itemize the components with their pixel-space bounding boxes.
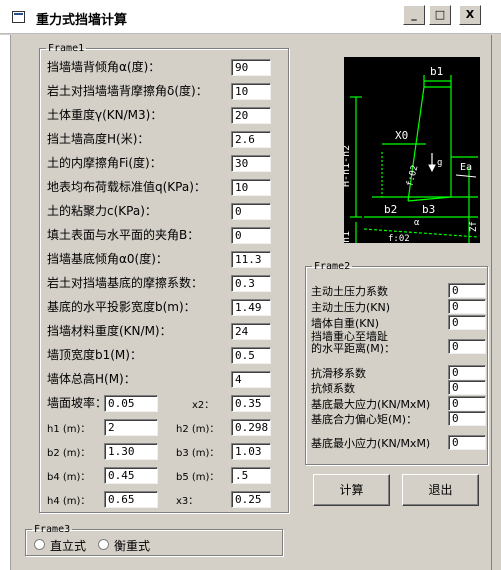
frame1-label-3: 挡土墙高度H(米)： (47, 132, 150, 146)
frame2-label-2: 墙体自重(KN) (311, 317, 380, 330)
frame1-input-13[interactable]: 4 (231, 371, 271, 388)
frame2-output-6[interactable]: 0 (448, 396, 486, 411)
frame1-pair-input-right-3[interactable]: .5 (231, 467, 271, 484)
frame1-input-10[interactable]: 1.49 (231, 299, 271, 316)
frame1-pair-label-right-0: x2： (192, 400, 215, 411)
frame2-label-6: 基底最大应力(KN/MxM) (311, 398, 431, 411)
label-slope: f:02 (405, 164, 420, 188)
app-icon (12, 11, 25, 23)
minimize-button[interactable]: _ (403, 5, 425, 25)
frame1-pair-input-right-2[interactable]: 1.03 (231, 443, 271, 460)
title-bar: 重力式挡墙计算 _ □ X (0, 0, 501, 34)
frame1-pair-label-left-4: h4 (m)： (47, 496, 91, 507)
calculate-button[interactable]: 计算 (313, 474, 390, 506)
frame1-pair-label-left-0: 墙面坡率： (47, 396, 108, 410)
frame1-input-2[interactable]: 20 (231, 107, 271, 124)
frame1-pair-label-right-4: x3： (176, 496, 199, 507)
frame1-legend: Frame1 (48, 43, 85, 54)
frame2-label-7: 基底合力偏心矩(M)： (311, 413, 418, 426)
frame2-label-4: 抗滑移系数 (311, 367, 366, 380)
frame2-label-3-line1: 挡墙重心至墙趾 (311, 330, 388, 343)
frame1-label-13: 墙体总高H(M)： (47, 372, 136, 386)
label-b2: b2 (384, 203, 397, 216)
frame1-pair-input-left-0[interactable]: 0.05 (104, 395, 158, 412)
frame1-pair-label-right-2: b3 (m)： (176, 448, 220, 459)
label-h1: h1 (344, 231, 352, 243)
window-title: 重力式挡墙计算 (36, 13, 128, 28)
frame1-input-7[interactable]: 0 (231, 227, 271, 244)
frame2-legend: Frame2 (314, 261, 351, 272)
frame1-label-12: 墙顶宽度b1(M)： (47, 348, 142, 362)
frame1-label-5: 地表均布荷载标准值q(KPa)： (47, 180, 206, 194)
frame1-input-11[interactable]: 24 (231, 323, 271, 340)
frame1-pair-label-left-2: b2 (m)： (47, 448, 91, 459)
label-zf: Zf (469, 221, 479, 232)
frame2-output-5[interactable]: 0 (448, 380, 486, 395)
label-h-h1-h2: H-h1-h2 (344, 145, 352, 187)
frame1-label-0: 挡墙墙背倾角α(度)： (47, 60, 161, 74)
frame1-input-4[interactable]: 30 (231, 155, 271, 172)
window-right-border (491, 35, 501, 570)
frame1-label-11: 挡墙材料重度(KN/M)： (47, 324, 172, 338)
frame2-output-8[interactable]: 0 (448, 435, 486, 450)
diagram-svg: b1 X0 g Ea b2 b3 α H-h1-h2 h1 f:02 Zf f:… (341, 65, 479, 244)
exit-button[interactable]: 退出 (402, 474, 479, 506)
radio-upright[interactable] (34, 539, 45, 550)
frame1-pair-input-left-4[interactable]: 0.65 (104, 491, 158, 508)
frame1-pair-input-left-1[interactable]: 2 (104, 419, 158, 436)
frame2-output-3[interactable]: 0 (448, 339, 486, 354)
radio-weighted[interactable] (98, 539, 109, 550)
frame1-label-4: 土的内摩擦角Fi(度)： (47, 156, 162, 170)
frame1-pair-input-right-0[interactable]: 0.35 (231, 395, 271, 412)
label-alpha: α (414, 218, 420, 228)
window-left-border (0, 35, 11, 570)
maximize-button[interactable]: □ (429, 5, 451, 25)
frame1-input-0[interactable]: 90 (231, 59, 271, 76)
frame1-label-8: 挡墙基底倾角α0(度)： (47, 252, 168, 266)
frame1-label-6: 土的粘聚力c(KPa)： (47, 204, 157, 218)
label-x0: X0 (395, 129, 408, 142)
frame1-pair-label-right-3: b5 (m)： (176, 472, 220, 483)
frame2-label-5: 抗倾系数 (311, 382, 355, 395)
label-base-slope: f:02 (388, 234, 410, 243)
frame1-input-8[interactable]: 11.3 (231, 251, 271, 268)
frame1-label-10: 基底的水平投影宽度b(m)： (47, 300, 196, 314)
frame2-label-1: 主动土压力(KN) (311, 301, 391, 314)
frame2-output-0[interactable]: 0 (448, 283, 486, 298)
frame2-label-0: 主动土压力系数 (311, 285, 388, 298)
frame1-label-1: 岩土对挡墙墙背摩擦角δ(度)： (47, 84, 208, 98)
retaining-wall-diagram: b1 X0 g Ea b2 b3 α H-h1-h2 h1 f:02 Zf f:… (341, 57, 480, 244)
radio-upright-label[interactable]: 直立式 (50, 537, 86, 554)
frame1-pair-label-left-1: h1 (m)： (47, 424, 91, 435)
frame1-pair-label-left-3: b4 (m)： (47, 472, 91, 483)
label-b1: b1 (430, 65, 443, 78)
frame1-pair-input-right-1[interactable]: 0.298 (231, 419, 271, 436)
frame1-input-1[interactable]: 10 (231, 83, 271, 100)
label-g: g (437, 158, 442, 168)
label-b3: b3 (422, 203, 435, 216)
frame1-label-7: 填土表面与水平面的夹角B： (47, 228, 200, 242)
label-ea: Ea (460, 162, 472, 173)
frame2-output-7[interactable]: 0 (448, 411, 486, 426)
frame1-pair-input-right-4[interactable]: 0.25 (231, 491, 271, 508)
radio-weighted-label[interactable]: 衡重式 (114, 537, 150, 554)
frame1-input-3[interactable]: 2.6 (231, 131, 271, 148)
frame2-output-4[interactable]: 0 (448, 365, 486, 380)
frame1-input-9[interactable]: 0.3 (231, 275, 271, 292)
frame2-output-2[interactable]: 0 (448, 315, 486, 330)
frame1-label-2: 土体重度γ(KN/M3)： (47, 108, 163, 122)
frame1-pair-label-right-1: h2 (m)： (176, 424, 220, 435)
frame1-input-6[interactable]: 0 (231, 203, 271, 220)
frame1-label-9: 岩土对挡墙基底的摩擦系数： (47, 276, 204, 290)
frame2-label-8: 基底最小应力(KN/MxM) (311, 437, 431, 450)
frame2-output-1[interactable]: 0 (448, 299, 486, 314)
frame1-input-12[interactable]: 0.5 (231, 347, 271, 364)
close-button[interactable]: X (459, 5, 481, 25)
frame2-label-3-line2: 的水平距离(M)： (311, 342, 396, 355)
frame1-pair-input-left-2[interactable]: 1.30 (104, 443, 158, 460)
frame1-pair-input-left-3[interactable]: 0.45 (104, 467, 158, 484)
frame1-input-5[interactable]: 10 (231, 179, 271, 196)
frame3-legend: Frame3 (34, 524, 71, 535)
